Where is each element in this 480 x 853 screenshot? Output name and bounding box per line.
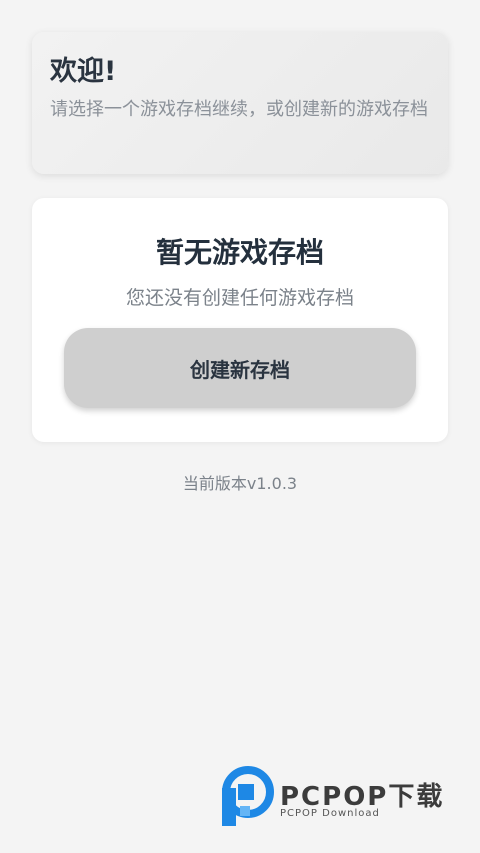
create-save-button[interactable]: 创建新存档	[64, 328, 416, 408]
welcome-title: 欢迎!	[50, 56, 117, 87]
version-label: 当前版本v1.0.3	[182, 474, 298, 493]
pcpop-logo-icon	[222, 766, 274, 826]
watermark: PCPOP下载 PCPOP Download	[220, 764, 470, 834]
welcome-subtitle: 请选择一个游戏存档继续，或创建新的游戏存档	[50, 99, 428, 120]
empty-saves-card: 暂无游戏存档 您还没有创建任何游戏存档 创建新存档	[32, 198, 448, 442]
watermark-tagline: PCPOP Download	[280, 808, 380, 819]
empty-saves-subtitle: 您还没有创建任何游戏存档	[125, 287, 354, 309]
welcome-card: 欢迎! 请选择一个游戏存档继续，或创建新的游戏存档	[32, 32, 448, 174]
empty-saves-title: 暂无游戏存档	[155, 236, 324, 269]
